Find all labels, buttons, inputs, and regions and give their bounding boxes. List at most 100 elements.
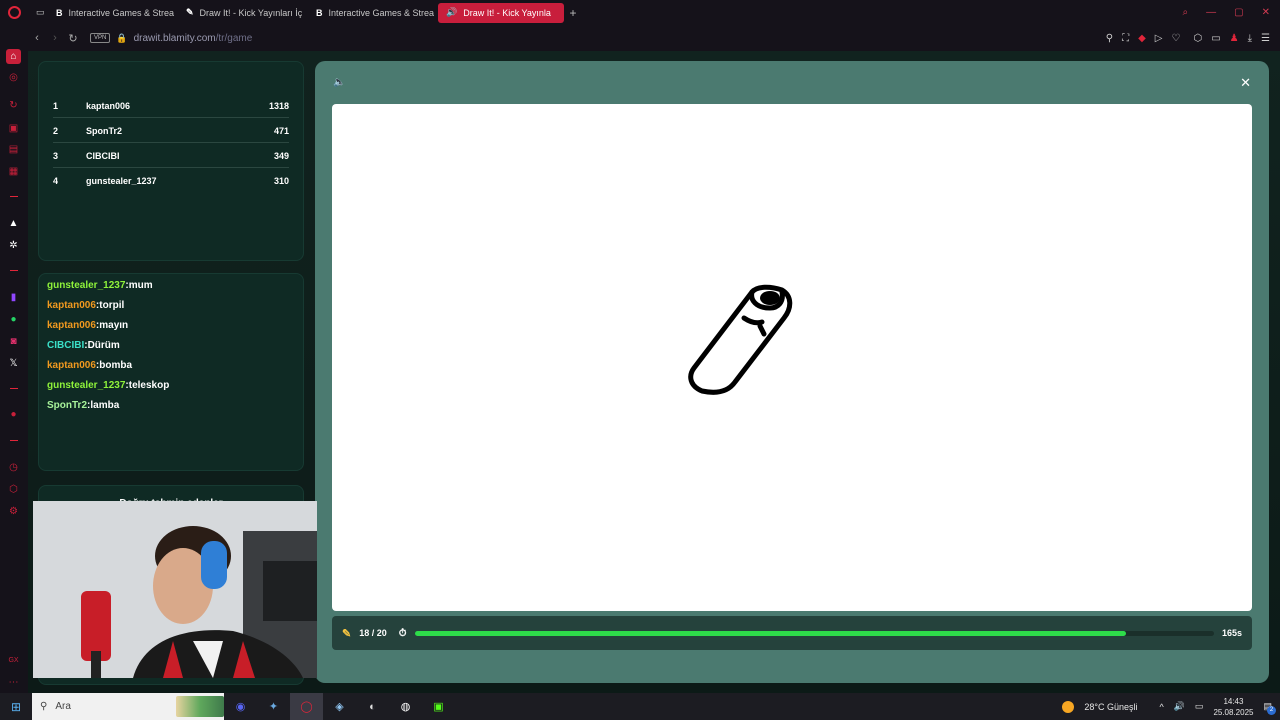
gamepad-icon[interactable]: ◎: [6, 70, 21, 85]
chat-username[interactable]: kaptan006: [47, 320, 96, 331]
home-icon[interactable]: ⌂: [6, 49, 21, 64]
aria-icon[interactable]: ↻: [6, 98, 21, 113]
kick-icon[interactable]: ▣: [422, 693, 455, 720]
chat-username[interactable]: gunstealer_1237: [47, 280, 125, 291]
chat-message: kaptan006:mayın: [47, 320, 128, 331]
chatgpt-icon[interactable]: ✲: [6, 238, 21, 253]
history-icon[interactable]: ◷: [6, 460, 21, 475]
download-icon[interactable]: ⤓: [1248, 33, 1252, 44]
sketch-fill: [760, 291, 780, 305]
extensions-icon[interactable]: ⬡: [6, 482, 21, 497]
tiktok-icon[interactable]: ▦: [6, 164, 21, 179]
taskbar-search[interactable]: ⚲ Ara: [32, 693, 224, 720]
volume-icon[interactable]: 🔈: [333, 77, 345, 88]
leaderboard-rank: 3: [53, 150, 59, 161]
display-tray-icon[interactable]: ▭: [1195, 701, 1204, 712]
chat-username[interactable]: CIBCIBI: [47, 340, 84, 351]
leaderboard-score: 310: [273, 176, 289, 186]
leaderboard-panel: 1 kaptan006 1318 2 SponTr2 471 3 CIBCIBI 349 4 gun…: [38, 61, 304, 261]
play-icon[interactable]: ▷: [1155, 33, 1163, 44]
opera-gx-taskbar-icon[interactable]: ◯: [290, 693, 323, 720]
lock-icon[interactable]: 🔒: [116, 33, 127, 44]
browser-tab-bar: ▭ B Interactive Games & Strea ✎ Draw It! - …: [0, 0, 1280, 25]
start-button[interactable]: ⊞: [0, 700, 32, 714]
chat-message: kaptan006:bomba: [47, 360, 132, 371]
settings-icon[interactable]: ⚙: [6, 504, 21, 519]
whatsapp-icon[interactable]: ●: [6, 312, 21, 327]
weather-text[interactable]: 28°C Güneşli: [1084, 702, 1137, 712]
opera-logo-icon[interactable]: [0, 0, 28, 25]
browser-tab[interactable]: ✎ Draw It! - Kick Yayınları İç: [178, 3, 304, 23]
url-path[interactable]: /tr/game: [216, 33, 253, 44]
tab-favicon-icon: B: [56, 7, 63, 18]
twitch-icon[interactable]: ▮: [6, 290, 21, 305]
webcam-image: [33, 501, 317, 678]
volume-tray-icon[interactable]: 🔊: [1174, 701, 1185, 712]
drawing-canvas[interactable]: [332, 104, 1252, 611]
leaderboard-score: 471: [273, 125, 289, 136]
maximize-button[interactable]: ▢: [1234, 7, 1243, 18]
url-host[interactable]: drawit.blamity.com: [134, 33, 216, 44]
heart-icon[interactable]: ♡: [1171, 33, 1180, 44]
sidebar-divider: [10, 196, 18, 197]
new-tab-button[interactable]: +: [564, 6, 582, 20]
easy-setup-icon[interactable]: ☰: [1261, 33, 1270, 44]
leaderboard-rank: 4: [53, 176, 59, 186]
more-icon[interactable]: ⋯: [6, 675, 21, 690]
news-icon[interactable]: ▤: [6, 142, 21, 157]
steam-icon[interactable]: ◈: [323, 693, 356, 720]
chat-message: CIBCIBI:Dürüm: [47, 340, 120, 351]
music-player-icon[interactable]: ●: [6, 407, 21, 422]
vpn-badge[interactable]: VPN: [90, 33, 111, 43]
browser-tab[interactable]: B Interactive Games & Strea: [308, 3, 434, 23]
bag-icon[interactable]: ▣: [6, 121, 21, 136]
time-progress-fill: [414, 630, 1127, 636]
chat-username[interactable]: kaptan006: [47, 300, 96, 311]
workspaces-icon[interactable]: ▭: [28, 3, 48, 23]
notification-count: 2: [1267, 706, 1276, 715]
snapshot-icon[interactable]: ⛶: [1122, 33, 1129, 44]
aria-ai-icon[interactable]: ▲: [6, 216, 21, 231]
forward-button[interactable]: ›: [46, 32, 64, 44]
obs-studio-icon[interactable]: ◍: [389, 693, 422, 720]
x-twitter-icon[interactable]: 𝕏: [6, 356, 21, 371]
search-placeholder: Ara: [55, 701, 71, 712]
leaderboard-row: 4 gunstealer_1237 310: [53, 169, 289, 193]
discord-icon[interactable]: ◉: [224, 693, 257, 720]
search-tabs-icon[interactable]: ⌕: [1183, 7, 1189, 18]
tray-expand-icon[interactable]: ^: [1159, 702, 1163, 712]
clock[interactable]: 14:43 25.08.2025: [1213, 696, 1253, 718]
time-progress-bar: [414, 630, 1214, 636]
reload-button[interactable]: ↻: [64, 32, 82, 45]
chat-text: torpil: [99, 300, 125, 311]
gx-icon[interactable]: GX: [6, 653, 21, 668]
extensions-puzzle-icon[interactable]: ⬡: [1193, 33, 1202, 44]
search-highlight-image: [176, 696, 224, 717]
profile-icon[interactable]: ♟: [1230, 33, 1239, 44]
close-window-button[interactable]: ✕: [1262, 7, 1270, 18]
chat-username[interactable]: SponTr2: [47, 400, 87, 411]
browser-tab[interactable]: 🔊 Draw It! - Kick Yayınla: [438, 2, 564, 23]
pin-icon[interactable]: ⚲: [1106, 33, 1113, 44]
address-bar: ‹ › ↻ VPN 🔒 drawit.blamity.com/tr/game ⚲…: [28, 25, 1280, 51]
close-icon[interactable]: ✕: [1240, 75, 1251, 91]
obs-icon[interactable]: ◐: [356, 693, 389, 720]
notification-icon[interactable]: ▤2: [1263, 701, 1276, 715]
chat-panel: gunstealer_1237:mum kaptan006:torpil kapta…: [38, 273, 304, 471]
tab-title: Draw It! - Kick Yayınları İç: [199, 7, 303, 18]
search-icon: ⚲: [40, 701, 48, 712]
back-button[interactable]: ‹: [28, 32, 46, 44]
weather-sun-icon[interactable]: [1062, 700, 1075, 713]
chat-username[interactable]: gunstealer_1237: [47, 380, 125, 391]
timer-icon: ⏱: [398, 627, 407, 639]
minimize-button[interactable]: —: [1206, 7, 1216, 18]
instagram-icon[interactable]: ◙: [6, 334, 21, 349]
drawing-sketch: [688, 284, 793, 395]
chat-message: gunstealer_1237:mum: [47, 280, 153, 291]
browser-tab[interactable]: B Interactive Games & Strea: [48, 3, 174, 23]
leaderboard-rank: 2: [53, 125, 59, 136]
wallet-icon[interactable]: ▭: [1211, 33, 1220, 44]
pocket-icon[interactable]: ◆: [1138, 33, 1146, 44]
app-icon[interactable]: ✦: [257, 693, 290, 720]
chat-username[interactable]: kaptan006: [47, 360, 96, 371]
